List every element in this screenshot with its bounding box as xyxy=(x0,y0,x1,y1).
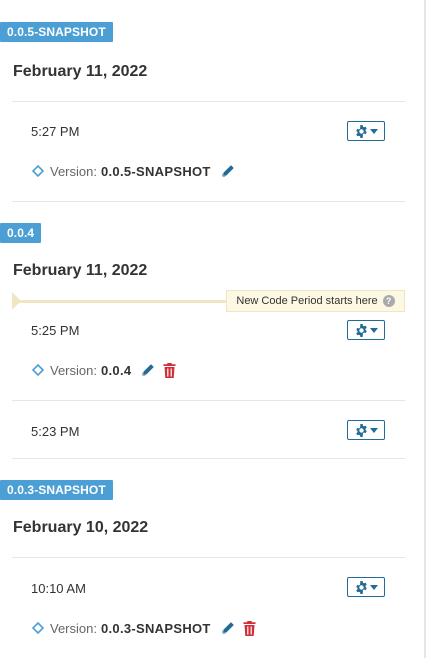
edit-version-button[interactable] xyxy=(141,363,155,377)
delete-version-button[interactable] xyxy=(243,620,256,636)
version-diamond-icon xyxy=(32,622,44,634)
divider xyxy=(12,101,405,102)
day-title: February 11, 2022 xyxy=(13,63,148,80)
event-actions-button[interactable] xyxy=(347,577,385,597)
help-icon[interactable]: ? xyxy=(382,295,395,307)
version-event: Version: 0.0.4 xyxy=(32,361,184,379)
trash-icon xyxy=(163,362,176,378)
version-tag: 0.0.3-SNAPSHOT xyxy=(0,480,113,500)
divider xyxy=(12,458,405,459)
pencil-icon xyxy=(222,622,234,634)
event-time: 5:23 PM xyxy=(31,424,80,439)
version-name: 0.0.3-SNAPSHOT xyxy=(100,620,211,636)
edit-version-button[interactable] xyxy=(221,621,235,635)
version-event: Version: 0.0.3-SNAPSHOT xyxy=(32,619,264,637)
event-time: 5:27 PM xyxy=(31,124,80,139)
day-title: February 10, 2022 xyxy=(13,519,149,536)
version-diamond-icon xyxy=(32,364,44,376)
version-name: 0.0.4 xyxy=(100,362,132,378)
gear-icon xyxy=(355,423,367,437)
caret-down-icon xyxy=(369,584,378,590)
event-time: 10:10 AM xyxy=(31,581,86,596)
new-code-period-text: New Code Period starts here xyxy=(236,295,378,307)
version-label: Version: xyxy=(50,362,97,378)
divider xyxy=(12,400,405,401)
divider xyxy=(12,557,405,558)
version-diamond-icon xyxy=(32,165,44,177)
caret-down-icon xyxy=(369,427,378,433)
event-actions-button[interactable] xyxy=(347,121,385,141)
caret-down-icon xyxy=(369,327,378,333)
edit-version-button[interactable] xyxy=(221,164,235,178)
version-tag: 0.0.5-SNAPSHOT xyxy=(0,22,113,42)
version-tag: 0.0.4 xyxy=(0,223,42,243)
version-label: Version: xyxy=(50,163,97,179)
gear-icon xyxy=(355,124,367,138)
trash-icon xyxy=(243,620,256,636)
event-actions-button[interactable] xyxy=(347,420,385,440)
event-actions-button[interactable] xyxy=(347,320,385,340)
day-title: February 11, 2022 xyxy=(13,262,148,279)
event-time: 5:25 PM xyxy=(31,323,80,338)
gear-icon xyxy=(355,580,367,594)
pencil-icon xyxy=(222,165,234,177)
version-name: 0.0.5-SNAPSHOT xyxy=(100,163,211,179)
divider xyxy=(12,201,405,202)
delete-version-button[interactable] xyxy=(163,362,176,378)
version-label: Version: xyxy=(50,620,97,636)
new-code-period-banner: New Code Period starts here ? xyxy=(226,290,405,312)
version-event: Version: 0.0.5-SNAPSHOT xyxy=(32,162,243,180)
caret-down-icon xyxy=(369,128,378,134)
pencil-icon xyxy=(142,364,155,376)
gear-icon xyxy=(355,323,367,337)
